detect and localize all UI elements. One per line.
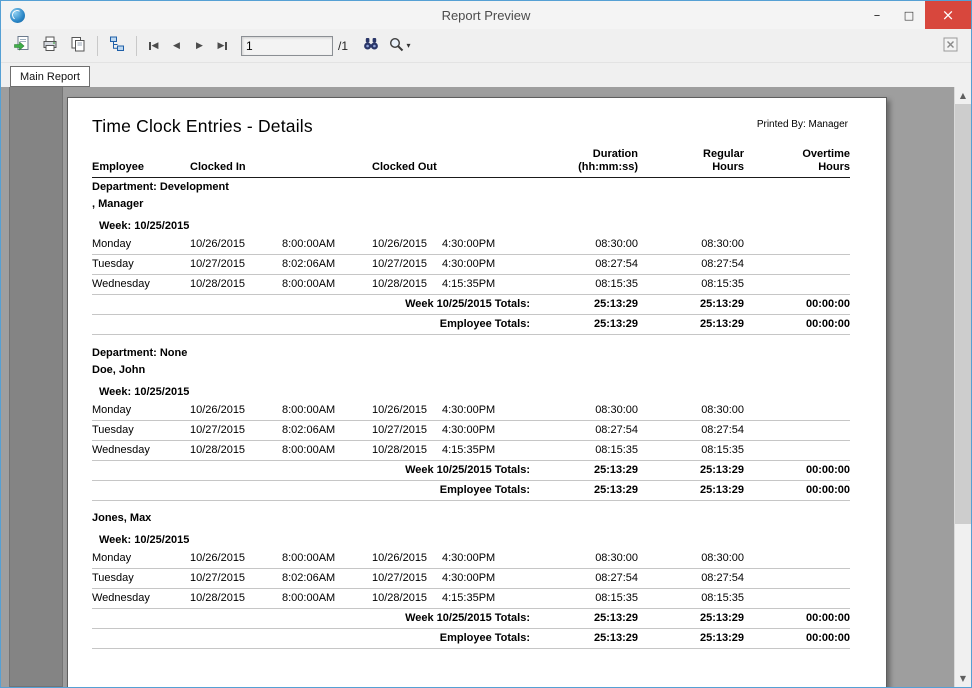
next-page-icon: ▶ xyxy=(196,41,203,51)
close-button[interactable]: × xyxy=(925,1,971,29)
week-row: Week: 10/25/2015 xyxy=(92,526,850,549)
employee-totals-row: Employee Totals:25:13:2925:13:2900:00:00 xyxy=(92,480,850,500)
zoom-button[interactable]: ▾ xyxy=(386,33,412,59)
week-totals-row: Week 10/25/2015 Totals:25:13:2925:13:290… xyxy=(92,460,850,480)
magnifier-icon xyxy=(388,36,405,56)
first-page-button[interactable]: ◀ xyxy=(143,33,164,59)
employee-name-row: Doe, John xyxy=(92,361,850,378)
department-row: Department: Development xyxy=(92,178,850,196)
report-title: Time Clock Entries - Details xyxy=(92,116,313,137)
window-controls: – □ × xyxy=(861,1,971,29)
minimize-button[interactable]: – xyxy=(861,1,893,29)
vertical-scrollbar[interactable]: ▲ ▼ xyxy=(954,87,971,687)
time-clock-table: Employee Clocked In Clocked Out Duration… xyxy=(92,148,850,658)
title-bar: Report Preview – □ × xyxy=(1,1,971,29)
toolbar-separator xyxy=(97,36,98,56)
close-icon: × xyxy=(942,6,955,24)
close-preview-button[interactable] xyxy=(937,33,963,59)
last-page-button[interactable]: ▶ xyxy=(212,33,233,59)
group-tree-icon xyxy=(108,35,126,56)
first-page-icon xyxy=(149,42,151,50)
spacer-row xyxy=(92,335,850,344)
scroll-up-icon[interactable]: ▲ xyxy=(955,87,971,104)
zoom-dropdown-caret-icon: ▾ xyxy=(407,41,411,50)
copy-icon xyxy=(69,35,87,56)
spacer-row xyxy=(92,649,850,658)
week-row: Week: 10/25/2015 xyxy=(92,378,850,401)
last-page-icon xyxy=(225,42,227,50)
employee-totals-row: Employee Totals:25:13:2925:13:2900:00:00 xyxy=(92,315,850,335)
report-preview-window: Report Preview – □ × xyxy=(0,0,972,688)
time-entry-row: Monday10/26/20158:00:00AM10/26/20154:30:… xyxy=(92,235,850,255)
group-tree-toggle-button[interactable] xyxy=(104,33,130,59)
report-page: Time Clock Entries - Details Printed By:… xyxy=(67,97,887,687)
column-header-employee: Employee xyxy=(92,148,190,178)
time-entry-row: Tuesday10/27/20158:02:06AM10/27/20154:30… xyxy=(92,569,850,589)
column-header-regular-hours: Regular Hours xyxy=(638,148,744,178)
time-entry-row: Tuesday10/27/20158:02:06AM10/27/20154:30… xyxy=(92,255,850,275)
tab-label: Main Report xyxy=(20,71,80,83)
export-icon xyxy=(13,35,31,56)
scrollbar-thumb[interactable] xyxy=(955,104,971,524)
table-header-row: Employee Clocked In Clocked Out Duration… xyxy=(92,148,850,178)
next-page-button[interactable]: ▶ xyxy=(189,33,210,59)
page-number-input[interactable] xyxy=(241,36,333,56)
column-header-clocked-in: Clocked In xyxy=(190,148,372,178)
time-entry-row: Wednesday10/28/20158:00:00AM10/28/20154:… xyxy=(92,275,850,295)
toolbar: ◀ ◀ ▶ ▶ /1 ▾ xyxy=(1,29,971,63)
export-button[interactable] xyxy=(9,33,35,59)
find-button[interactable] xyxy=(358,33,384,59)
printed-by-label: Printed By: Manager xyxy=(757,119,848,130)
week-totals-row: Week 10/25/2015 Totals:25:13:2925:13:290… xyxy=(92,609,850,629)
column-header-duration: Duration (hh:mm:ss) xyxy=(530,148,638,178)
report-header: Time Clock Entries - Details Printed By:… xyxy=(92,116,848,137)
boxed-close-icon xyxy=(943,37,958,55)
copy-button[interactable] xyxy=(65,33,91,59)
table-body: Department: Development, ManagerWeek: 10… xyxy=(92,178,850,658)
employee-name-row: , Manager xyxy=(92,195,850,212)
week-row: Week: 10/25/2015 xyxy=(92,212,850,235)
tab-bar: Main Report xyxy=(1,63,971,87)
tab-main-report[interactable]: Main Report xyxy=(10,66,90,87)
employee-totals-row: Employee Totals:25:13:2925:13:2900:00:00 xyxy=(92,629,850,649)
print-button[interactable] xyxy=(37,33,63,59)
page-count-label: /1 xyxy=(338,39,348,53)
maximize-button[interactable]: □ xyxy=(893,1,925,29)
group-tree-panel xyxy=(9,87,63,687)
scroll-down-icon[interactable]: ▼ xyxy=(955,670,971,687)
time-entry-row: Wednesday10/28/20158:00:00AM10/28/20154:… xyxy=(92,589,850,609)
column-header-clocked-out: Clocked Out xyxy=(372,148,530,178)
window-title: Report Preview xyxy=(1,8,971,23)
time-entry-row: Tuesday10/27/20158:02:06AM10/27/20154:30… xyxy=(92,420,850,440)
employee-name-row: Jones, Max xyxy=(92,509,850,526)
preview-area: Time Clock Entries - Details Printed By:… xyxy=(1,87,971,687)
binoculars-icon xyxy=(362,35,380,56)
previous-page-button[interactable]: ◀ xyxy=(166,33,187,59)
previous-page-icon: ◀ xyxy=(173,41,180,51)
time-entry-row: Monday10/26/20158:00:00AM10/26/20154:30:… xyxy=(92,549,850,569)
toolbar-separator xyxy=(136,36,137,56)
maximize-icon: □ xyxy=(904,9,914,22)
print-icon xyxy=(41,35,59,56)
week-totals-row: Week 10/25/2015 Totals:25:13:2925:13:290… xyxy=(92,295,850,315)
department-row: Department: None xyxy=(92,344,850,361)
time-entry-row: Monday10/26/20158:00:00AM10/26/20154:30:… xyxy=(92,401,850,421)
column-header-overtime-hours: Overtime Hours xyxy=(744,148,850,178)
time-entry-row: Wednesday10/28/20158:00:00AM10/28/20154:… xyxy=(92,440,850,460)
spacer-row xyxy=(92,500,850,509)
minimize-icon: – xyxy=(874,8,881,23)
